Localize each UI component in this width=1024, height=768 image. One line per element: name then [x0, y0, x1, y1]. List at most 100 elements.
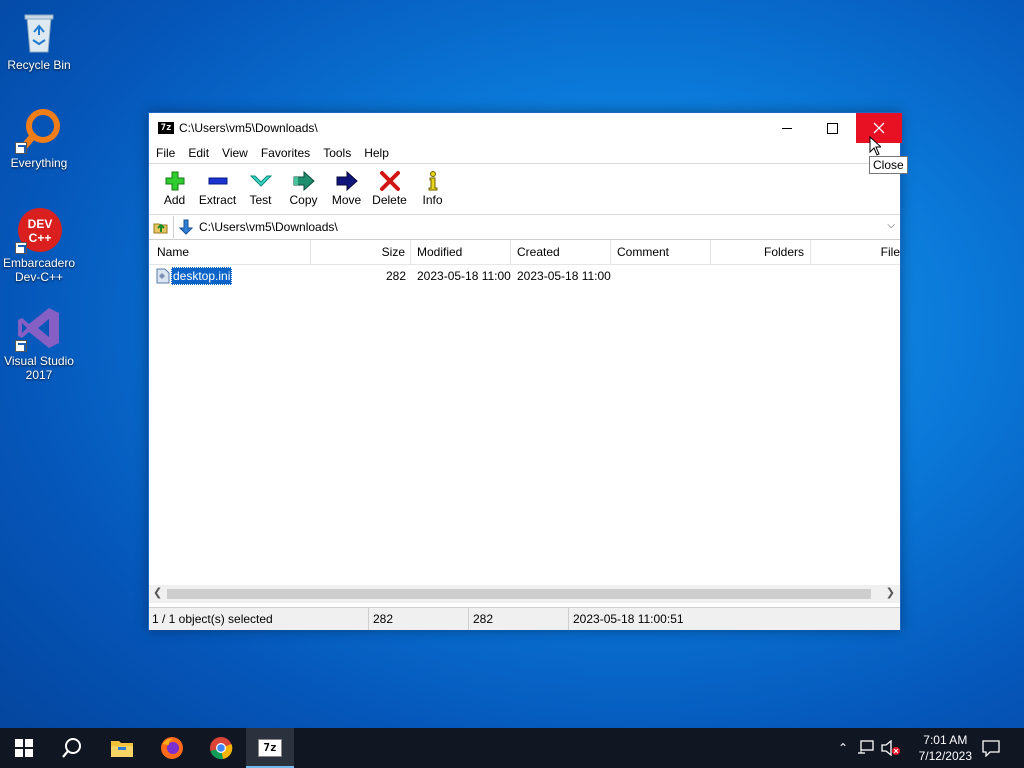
status-size: 282 [369, 608, 469, 630]
maximize-button[interactable] [809, 113, 855, 143]
search-icon [62, 738, 81, 758]
desktop-icon-label: Recycle Bin [7, 58, 71, 72]
mouse-cursor-icon [869, 136, 881, 156]
test-button[interactable]: Test [239, 164, 282, 214]
column-modified-label: Modified [417, 245, 463, 259]
network-icon[interactable] [857, 740, 875, 756]
shortcut-arrow-icon [15, 340, 27, 352]
clock-date: 7/12/2023 [918, 749, 972, 763]
desktop-icon-label: Everything [10, 156, 68, 170]
add-button[interactable]: Add [153, 164, 196, 214]
menu-tools[interactable]: Tools [323, 146, 351, 160]
status-bar: 1 / 1 object(s) selected 282 282 2023-05… [149, 607, 900, 630]
arrow-down-icon [179, 219, 193, 235]
horizontal-scrollbar[interactable]: ❮ ❯ [149, 585, 900, 603]
taskbar-chrome[interactable] [197, 728, 245, 768]
scroll-thumb[interactable] [167, 589, 871, 599]
file-name[interactable]: desktop.ini [171, 267, 233, 285]
address-combobox[interactable]: C:\Users\vm5\Downloads\ ⌵ [174, 216, 900, 238]
column-modified[interactable]: Modified [411, 240, 511, 264]
windows-logo-icon [15, 739, 33, 757]
notification-icon [982, 740, 1000, 757]
shortcut-arrow-icon [15, 142, 27, 154]
menu-file[interactable]: File [156, 146, 175, 160]
show-hidden-icons-icon[interactable]: ⌃ [838, 741, 848, 755]
address-bar: C:\Users\vm5\Downloads\ ⌵ [149, 215, 900, 240]
extract-button[interactable]: Extract [196, 164, 239, 214]
column-files[interactable]: File [811, 240, 900, 264]
maximize-icon [826, 122, 838, 134]
desktop-icon-recycle-bin[interactable]: Recycle Bin [0, 8, 78, 72]
menu-favorites[interactable]: Favorites [261, 146, 310, 160]
search-button[interactable] [48, 728, 96, 768]
move-label: Move [331, 193, 362, 207]
taskbar-firefox[interactable] [148, 728, 196, 768]
7zip-taskbar-icon: 7z [258, 739, 282, 757]
column-folders[interactable]: Folders [711, 240, 811, 264]
copy-label: Copy [289, 193, 318, 207]
list-header: Name Size Modified Created Comment Folde… [149, 240, 900, 265]
start-button[interactable] [0, 728, 48, 768]
menu-help[interactable]: Help [364, 146, 389, 160]
column-size[interactable]: Size [311, 240, 411, 264]
menu-edit[interactable]: Edit [188, 146, 209, 160]
desktop-icon-devcpp[interactable]: DEV C++ Embarcadero Dev-C++ [0, 206, 78, 284]
test-chevron-icon [249, 175, 272, 187]
extract-label: Extract [198, 193, 237, 207]
file-size: 282 [385, 269, 406, 283]
column-size-label: Size [381, 245, 405, 259]
delete-label: Delete [372, 193, 407, 207]
plus-icon [165, 171, 184, 191]
scroll-left-icon[interactable]: ❮ [153, 586, 162, 599]
column-comment[interactable]: Comment [611, 240, 711, 264]
desktop-icon-visual-studio[interactable]: Visual Studio 2017 [0, 304, 78, 382]
column-created[interactable]: Created [511, 240, 611, 264]
file-modified: 2023-05-18 11:00 [417, 269, 511, 283]
test-label: Test [249, 193, 272, 207]
svg-text:DEV: DEV [28, 217, 53, 231]
status-selected: 1 / 1 object(s) selected [149, 608, 369, 630]
title-bar[interactable]: 7z C:\Users\vm5\Downloads\ [149, 113, 902, 143]
move-arrow-icon [336, 170, 358, 192]
system-tray: ⌃ [838, 728, 901, 768]
menu-view[interactable]: View [222, 146, 248, 160]
minimize-button[interactable] [764, 113, 810, 143]
info-button[interactable]: Info [411, 164, 454, 214]
taskbar-7zip[interactable]: 7z [246, 728, 294, 768]
desktop-icon-label: Visual Studio 2017 [4, 354, 74, 382]
toolbar: Add Extract Test Copy Move Delete Info [149, 163, 900, 215]
folder-up-icon [153, 223, 168, 234]
file-created: 2023-05-18 11:00 [517, 269, 611, 283]
info-icon [428, 171, 437, 191]
clock-time: 7:01 AM [923, 733, 968, 747]
7zip-logo-icon: 7z [158, 122, 174, 134]
visual-studio-icon [15, 304, 63, 352]
column-name[interactable]: Name [149, 240, 311, 264]
file-type-icon [155, 268, 171, 289]
taskbar-clock[interactable]: 7:01 AM 7/12/2023 [919, 732, 972, 764]
taskbar: 7z ⌃ 7:01 AM 7/12/2023 [0, 728, 1024, 768]
delete-button[interactable]: Delete [368, 164, 411, 214]
minimize-icon [782, 127, 792, 129]
table-row[interactable]: desktop.ini 282 2023-05-18 11:00 2023-05… [149, 267, 900, 285]
column-files-label: File [880, 245, 900, 259]
desktop-icon-label: Embarcadero Dev-C++ [2, 256, 76, 284]
column-comment-label: Comment [617, 245, 670, 259]
svg-text:C++: C++ [29, 231, 52, 245]
taskbar-file-explorer[interactable] [98, 728, 146, 768]
magnifier-icon [15, 106, 63, 154]
chevron-down-icon[interactable]: ⌵ [887, 220, 895, 231]
folder-icon [111, 741, 133, 757]
chrome-icon [210, 737, 233, 760]
close-icon [873, 122, 885, 134]
file-list[interactable]: desktop.ini 282 2023-05-18 11:00 2023-05… [149, 265, 900, 593]
move-button[interactable]: Move [325, 164, 368, 214]
address-path: C:\Users\vm5\Downloads\ [199, 220, 338, 234]
up-folder-button[interactable] [149, 216, 174, 238]
copy-button[interactable]: Copy [282, 164, 325, 214]
scroll-right-icon[interactable]: ❯ [886, 586, 895, 599]
menu-bar: File Edit View Favorites Tools Help [149, 143, 900, 163]
desktop-icon-everything[interactable]: Everything [0, 106, 78, 170]
volume-muted-icon[interactable] [881, 740, 901, 756]
action-center-button[interactable] [968, 728, 1014, 768]
